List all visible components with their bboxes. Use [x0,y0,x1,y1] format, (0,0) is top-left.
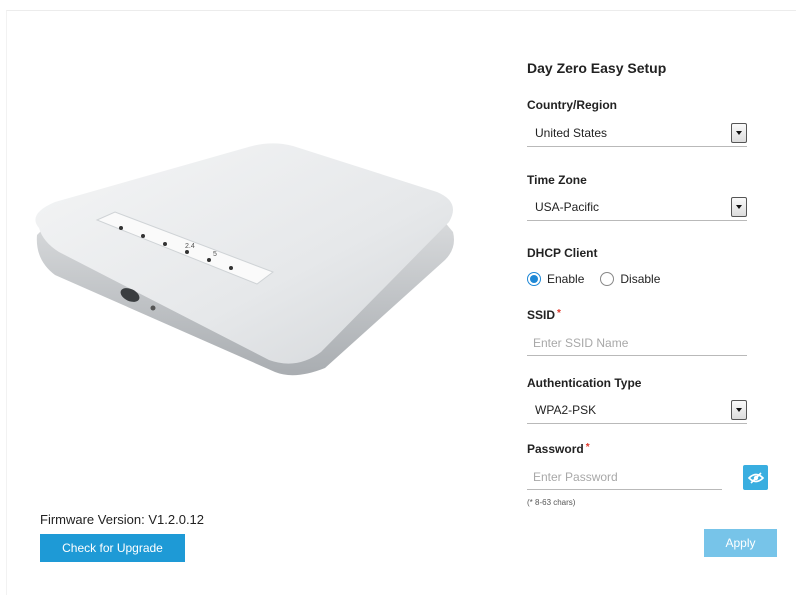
timezone-value: USA-Pacific [535,200,600,214]
required-mark: * [585,442,590,453]
required-mark: * [557,308,561,319]
ssid-label-text: SSID [527,308,556,322]
timezone-select[interactable]: USA-Pacific [527,195,747,221]
eye-slash-icon[interactable] [743,465,768,490]
auth-type-label: Authentication Type [527,376,642,390]
apply-button[interactable]: Apply [704,529,777,557]
country-select[interactable]: United States [527,121,747,147]
password-field[interactable] [527,466,733,490]
country-label: Country/Region [527,98,617,112]
password-input[interactable] [533,470,733,484]
timezone-label: Time Zone [527,173,587,187]
setup-panel: Day Zero Easy Setup [527,60,787,76]
ssid-field[interactable] [527,332,747,356]
dropdown-arrow-icon[interactable] [731,400,747,420]
led-label-24: 2.4 [185,243,195,250]
led-label-5: 5 [213,251,217,258]
check-for-upgrade-button[interactable]: Check for Upgrade [40,534,185,562]
dhcp-radio-group: Enable Disable [527,272,676,286]
router-device-image: 2.4 5 [35,143,455,376]
password-label: Password * [527,442,590,456]
password-hint: (* 8-63 chars) [527,498,576,507]
auth-type-value: WPA2-PSK [535,403,597,417]
ssid-input[interactable] [533,336,733,350]
dhcp-disable-radio[interactable] [600,272,615,286]
dhcp-enable-label[interactable]: Enable [547,272,584,286]
dropdown-arrow-icon[interactable] [731,123,747,143]
firmware-version-label: Firmware Version: V1.2.0.12 [40,512,205,527]
password-label-text: Password [527,442,584,456]
setup-title: Day Zero Easy Setup [527,60,667,76]
dhcp-label: DHCP Client [527,246,598,260]
ssid-label: SSID * [527,308,561,322]
dhcp-enable-radio[interactable] [527,272,541,286]
auth-type-select[interactable]: WPA2-PSK [527,398,747,424]
dhcp-disable-label[interactable]: Disable [620,272,660,286]
dropdown-arrow-icon[interactable] [731,197,747,217]
country-value: United States [535,126,608,140]
